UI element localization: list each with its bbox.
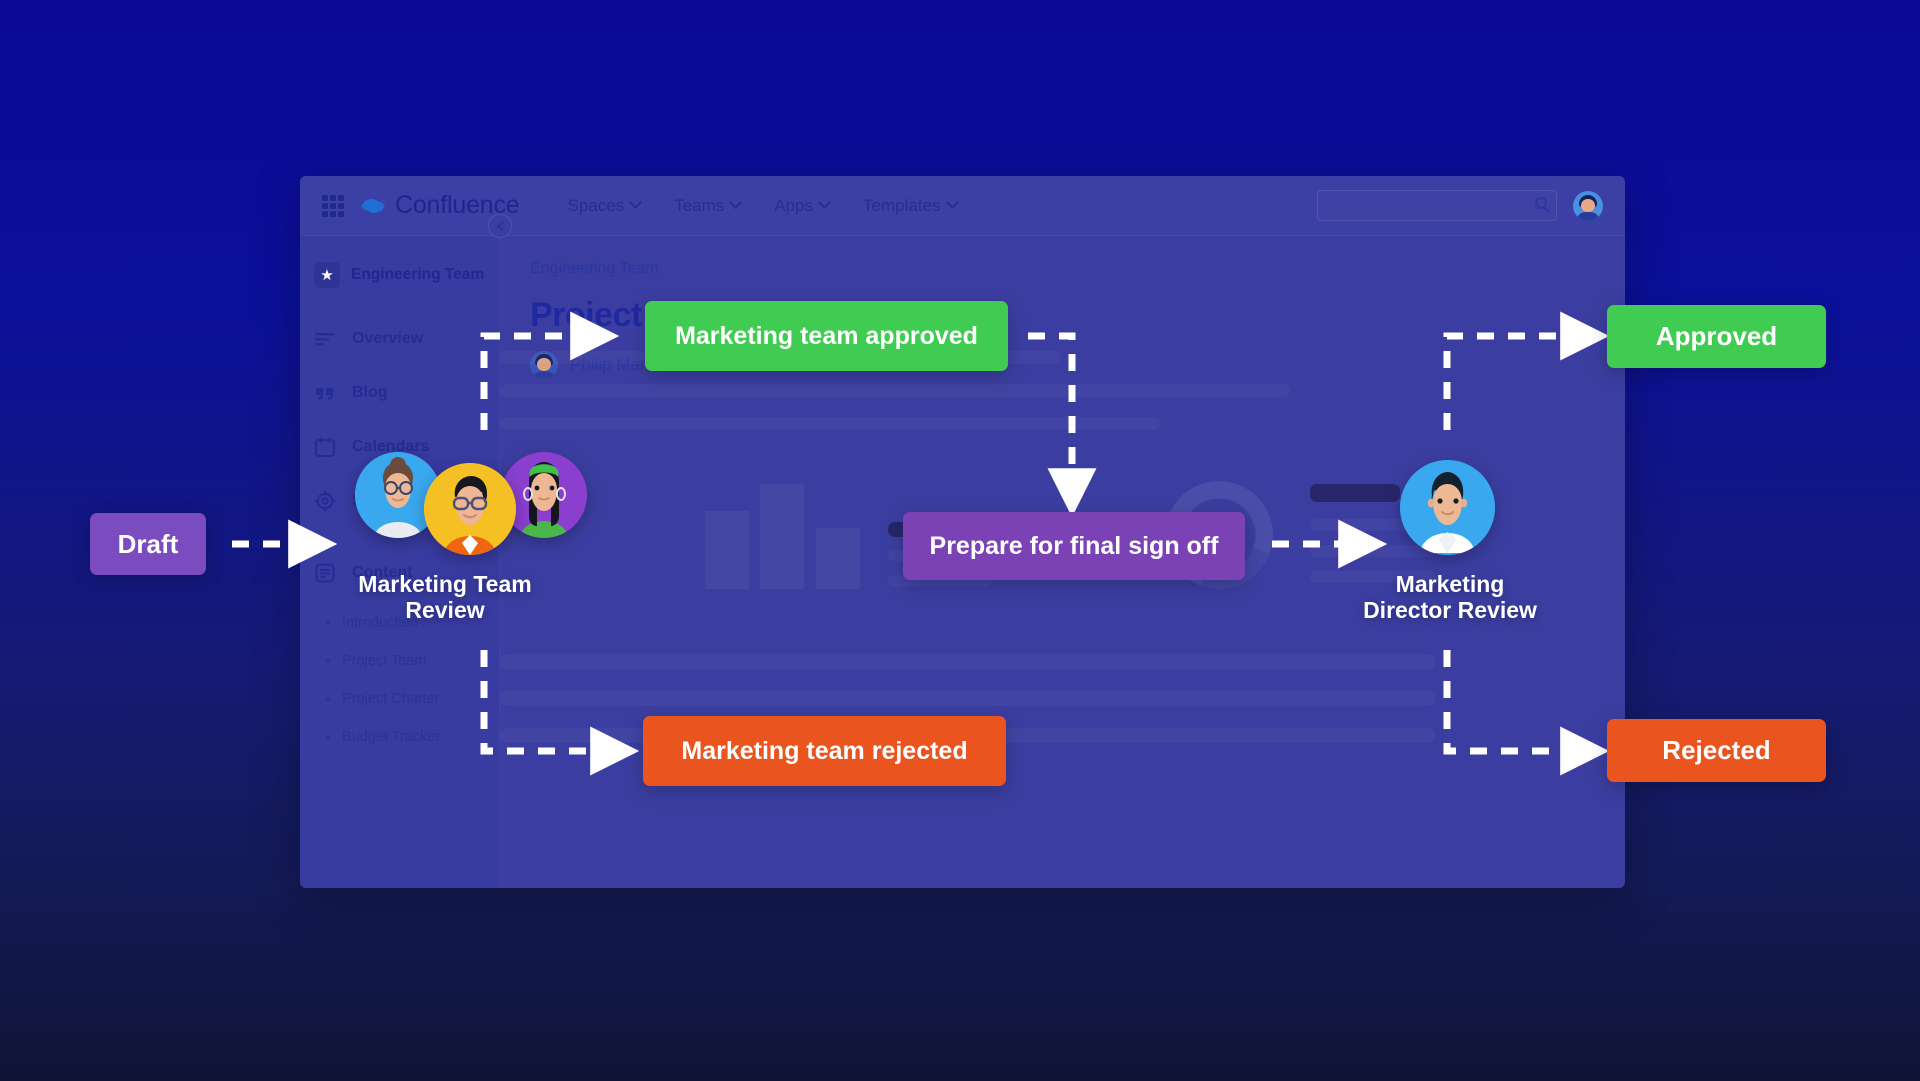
- state-label-rejected: Rejected: [1662, 735, 1771, 765]
- avatar-blue-man-shirt: [1400, 460, 1495, 555]
- transition-badge-marketing-team-approved[interactable]: Marketing team approved: [645, 301, 1008, 371]
- transition-label-marketing-team-rejected: Marketing team rejected: [681, 736, 968, 765]
- node-label-marketing-director-review: Marketing Director Review: [1363, 571, 1537, 623]
- transition-label-prepare-final-sign-off: Prepare for final sign off: [929, 531, 1219, 560]
- state-badge-approved[interactable]: Approved: [1607, 305, 1826, 368]
- avatar-yellow-person-glasses: [424, 463, 516, 555]
- transition-badge-marketing-team-rejected[interactable]: Marketing team rejected: [643, 716, 1006, 786]
- state-badge-rejected[interactable]: Rejected: [1607, 719, 1826, 782]
- state-badge-draft[interactable]: Draft: [90, 513, 206, 575]
- transition-badge-prepare-final-sign-off[interactable]: Prepare for final sign off: [903, 512, 1245, 580]
- state-label-draft: Draft: [117, 528, 179, 559]
- state-label-approved: Approved: [1655, 321, 1778, 351]
- transition-label-marketing-team-approved: Marketing team approved: [675, 321, 978, 350]
- node-label-marketing-team-review: Marketing Team Review: [358, 571, 532, 623]
- approval-workflow-overlay: Draft Marketing team approved Marketing …: [0, 0, 1920, 1081]
